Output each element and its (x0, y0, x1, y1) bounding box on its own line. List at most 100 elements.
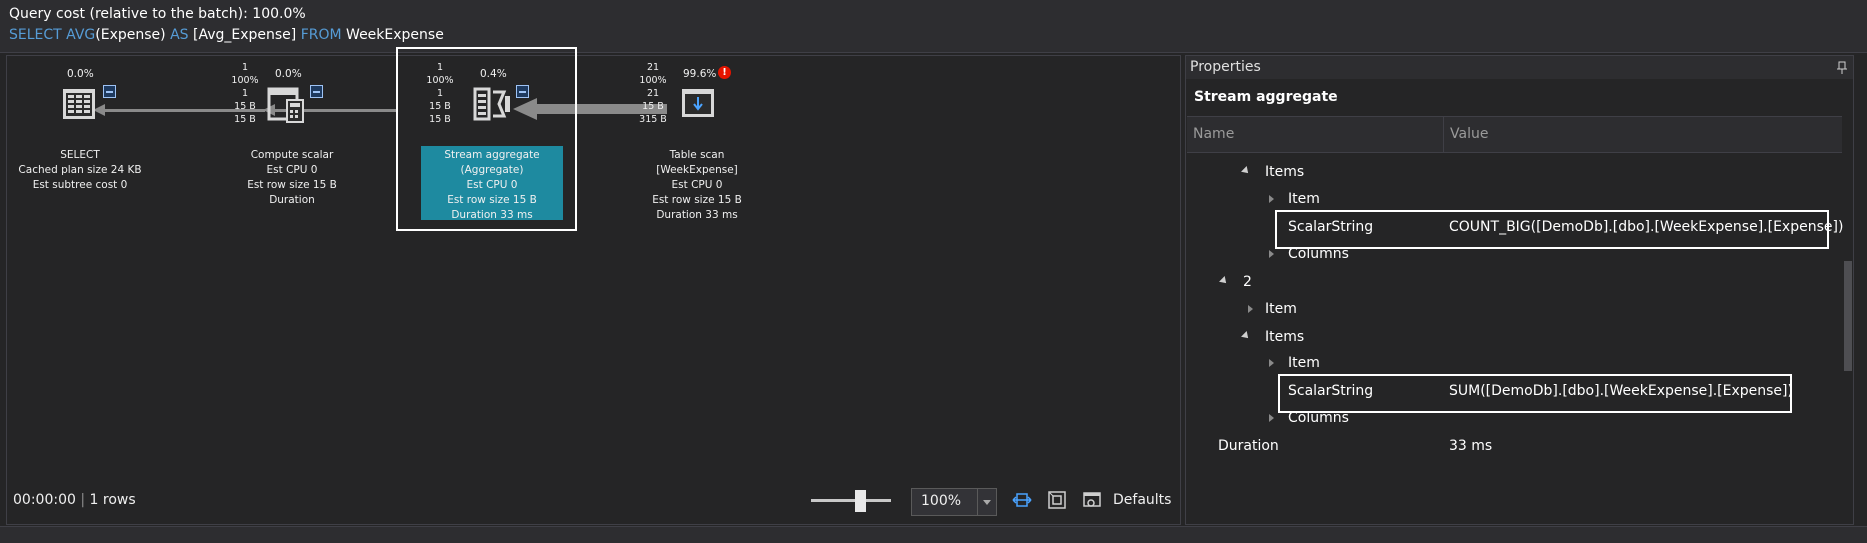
scan-node-label[interactable]: Table scan [WeekExpense] Est CPU 0 Est r… (627, 148, 767, 223)
compute-stat-data-size: 15 B (234, 114, 256, 125)
expand-items2-icon[interactable] (1241, 331, 1251, 341)
prop-row-item3[interactable]: Item (1288, 355, 1320, 371)
prop-row-columns1[interactable]: Columns (1288, 246, 1349, 262)
status-rows: 1 rows (89, 492, 136, 508)
compute-stat-est-rows: 1 (241, 88, 249, 99)
query-sql-text[interactable]: SELECT AVG(Expense) AS [Avg_Expense] FRO… (9, 27, 444, 43)
prop-row-item1[interactable]: Item (1288, 191, 1320, 207)
prop-row-columns2[interactable]: Columns (1288, 410, 1349, 426)
stream-cost-percent: 0.4% (480, 68, 507, 80)
col-name-header[interactable]: Name (1193, 126, 1234, 142)
properties-panel: Properties Stream aggregate Name Value I… (1185, 55, 1854, 525)
compute-cost-percent: 0.0% (275, 68, 302, 80)
window-bottom-edge (0, 526, 1867, 543)
expand-two-icon[interactable] (1219, 276, 1229, 286)
stream-aggregate-icon[interactable] (472, 86, 512, 128)
defaults-button[interactable]: Defaults (1113, 492, 1171, 508)
zoom-select[interactable]: 100% (911, 488, 997, 516)
compute-est-row-size: Est row size 15 B (247, 179, 337, 191)
stream-stat-pct: 100% (426, 75, 454, 86)
compute-est-cpu: Est CPU 0 (266, 164, 318, 176)
stream-est-row-size: Est row size 15 B (447, 194, 537, 206)
select-subtree-cost: Est subtree cost 0 (32, 179, 128, 191)
compute-scalar-icon[interactable] (267, 86, 307, 128)
select-node-name: SELECT (60, 149, 100, 161)
properties-title-bar: Properties (1186, 56, 1853, 79)
stream-stat-data-size: 15 B (429, 114, 451, 125)
scan-stat-est-rows: 21 (646, 88, 660, 99)
prop-row-two[interactable]: 2 (1243, 274, 1252, 290)
status-separator: | (80, 492, 86, 508)
expand-item3-icon[interactable] (1269, 359, 1274, 367)
sql-keyword-from: FROM (300, 27, 342, 43)
col-value-header[interactable]: Value (1450, 126, 1488, 142)
status-time-rows: 00:00:00 | 1 rows (13, 492, 136, 508)
pin-icon[interactable] (1837, 60, 1847, 74)
select-grid-icon[interactable] (61, 86, 97, 126)
stream-est-cpu: Est CPU 0 (466, 179, 518, 191)
query-header: Query cost (relative to the batch): 100.… (0, 0, 1867, 53)
properties-subtitle: Stream aggregate (1194, 89, 1338, 105)
sql-keyword-select: SELECT AVG (9, 27, 96, 43)
compute-stats: 1 100% 1 15 B 15 B (215, 61, 275, 126)
stream-collapse-icon[interactable] (516, 85, 529, 98)
prop-row-scalar1-value[interactable]: COUNT_BIG([DemoDb].[dbo].[WeekExpense].[… (1449, 219, 1843, 235)
zoom-to-fit-icon[interactable] (1047, 490, 1067, 510)
stream-stat-est-rows: 1 (436, 88, 444, 99)
compute-stat-pct: 100% (231, 75, 259, 86)
stream-node-name: Stream aggregate (444, 149, 540, 161)
status-time: 00:00:00 (13, 492, 76, 508)
prop-row-duration-value[interactable]: 33 ms (1449, 438, 1492, 454)
fit-width-icon[interactable] (1012, 490, 1032, 510)
stream-node-label[interactable]: Stream aggregate (Aggregate) Est CPU 0 E… (421, 148, 563, 223)
plan-status-bar: 00:00:00 | 1 rows 100% Defaults (6, 476, 1181, 525)
select-collapse-icon[interactable] (103, 85, 116, 98)
scan-stat-data-size: 315 B (639, 114, 667, 125)
compute-duration: Duration (269, 194, 315, 206)
execution-plan-canvas[interactable]: 0.0% SELECT Cached plan size 24 KB Est s… (6, 47, 1181, 477)
chevron-down-icon[interactable] (977, 489, 996, 515)
expand-item2-icon[interactable] (1248, 305, 1253, 313)
stream-stat-actual-rows: 1 (436, 62, 444, 73)
stream-duration: Duration 33 ms (451, 209, 533, 221)
prop-row-scalar2-value[interactable]: SUM([DemoDb].[dbo].[WeekExpense].[Expens… (1449, 383, 1793, 399)
sql-text-alias: [Avg_Expense] (188, 27, 301, 43)
properties-title: Properties (1190, 59, 1261, 75)
expand-items1-icon[interactable] (1241, 166, 1251, 176)
select-cost-percent: 0.0% (67, 68, 94, 80)
properties-scrollbar[interactable] (1844, 101, 1852, 521)
scan-cost-percent: 99.6% (683, 68, 717, 80)
column-divider[interactable] (1443, 117, 1444, 152)
zoom-value: 100% (921, 493, 962, 509)
select-node-label[interactable]: SELECT Cached plan size 24 KB Est subtre… (9, 148, 151, 193)
sql-text-expense: (Expense) (95, 27, 171, 43)
sql-text-table: WeekExpense (341, 27, 444, 43)
expand-columns2-icon[interactable] (1269, 414, 1274, 422)
select-plan-size: Cached plan size 24 KB (18, 164, 142, 176)
scan-stat-actual-rows: 21 (646, 62, 660, 73)
prop-row-items2[interactable]: Items (1265, 329, 1304, 345)
scan-stat-pct: 100% (639, 75, 667, 86)
compute-node-label[interactable]: Compute scalar Est CPU 0 Est row size 15… (217, 148, 367, 208)
compute-node-name: Compute scalar (250, 149, 334, 161)
zoom-slider-track[interactable] (811, 499, 891, 502)
prop-row-scalar1-name[interactable]: ScalarString (1288, 219, 1373, 235)
expand-columns1-icon[interactable] (1269, 250, 1274, 258)
query-cost-label: Query cost (relative to the batch): 100.… (9, 6, 306, 22)
prop-row-scalar2-name[interactable]: ScalarString (1288, 383, 1373, 399)
table-scan-icon[interactable] (679, 86, 717, 126)
prop-row-item2[interactable]: Item (1265, 301, 1297, 317)
sql-keyword-as: AS (170, 27, 189, 43)
expand-item1-icon[interactable] (1269, 195, 1274, 203)
scan-node-name: Table scan (669, 149, 725, 161)
plan-settings-icon[interactable] (1082, 490, 1102, 510)
prop-row-items1[interactable]: Items (1265, 164, 1304, 180)
warning-icon[interactable]: ! (718, 66, 731, 79)
stream-node-op: (Aggregate) (460, 164, 524, 176)
compute-collapse-icon[interactable] (310, 85, 323, 98)
properties-scrollbar-thumb[interactable] (1844, 261, 1852, 371)
prop-row-duration-name[interactable]: Duration (1218, 438, 1279, 454)
compute-stat-actual-rows: 1 (241, 62, 249, 73)
zoom-slider-thumb[interactable] (855, 490, 866, 512)
compute-stat-row-size: 15 B (234, 101, 256, 112)
